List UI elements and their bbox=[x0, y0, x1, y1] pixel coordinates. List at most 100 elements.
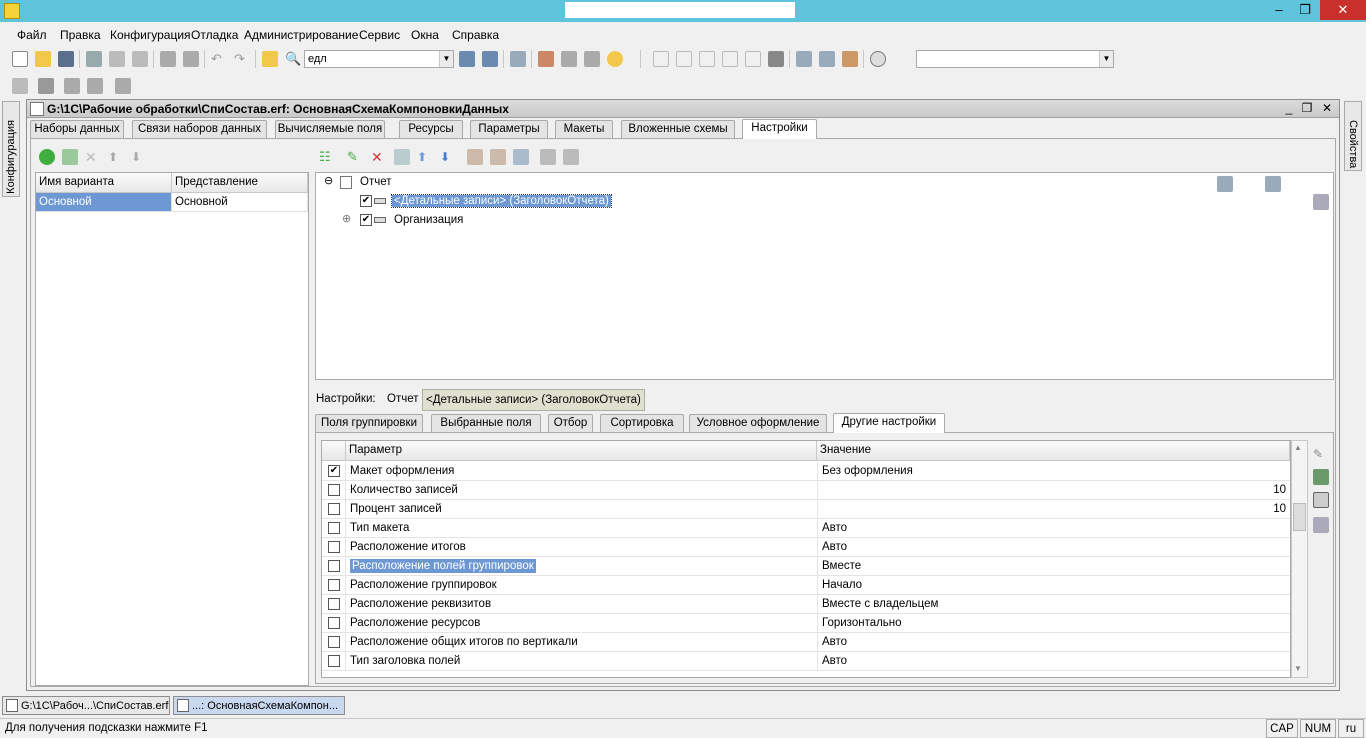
toolbar-combo[interactable]: ▼ bbox=[916, 50, 1114, 68]
tab-selected-fields[interactable]: Выбранные поля bbox=[431, 414, 541, 432]
settings-path[interactable]: <Детальные записи> (ЗаголовокОтчета) bbox=[422, 389, 645, 411]
tab-parameters[interactable]: Параметры bbox=[470, 120, 548, 138]
print-icon[interactable] bbox=[160, 51, 176, 67]
redo-icon[interactable]: ↷ bbox=[234, 51, 250, 67]
row-checkbox[interactable] bbox=[328, 503, 340, 515]
parameter-value[interactable]: Горизонтально bbox=[817, 614, 1290, 633]
find-prev-icon[interactable] bbox=[482, 51, 498, 67]
report-settings-icon[interactable] bbox=[1217, 176, 1233, 192]
parameter-value[interactable]: Вместе с владельцем bbox=[817, 595, 1290, 614]
table-row[interactable]: Количество записей 10 bbox=[322, 481, 1290, 500]
edit-icon[interactable]: ✎ bbox=[1313, 446, 1329, 462]
add-grouping-icon[interactable]: ☷ bbox=[319, 149, 335, 165]
breakpoints-list-icon[interactable] bbox=[819, 51, 835, 67]
menu-configuration[interactable]: Конфигурация bbox=[110, 28, 191, 42]
debug-start-icon[interactable] bbox=[653, 51, 669, 67]
open-folder-icon[interactable] bbox=[35, 51, 51, 67]
debug-step-out-icon[interactable] bbox=[722, 51, 738, 67]
tab-other-settings[interactable]: Другие настройки bbox=[833, 413, 945, 433]
maximize-button[interactable]: ❐ bbox=[1292, 0, 1318, 20]
windows-icon[interactable] bbox=[510, 51, 526, 67]
quick-settings-icon[interactable] bbox=[563, 149, 579, 165]
debug-stop-icon[interactable] bbox=[768, 51, 784, 67]
tab-conditional-appearance[interactable]: Условное оформление bbox=[689, 414, 827, 432]
row-checkbox[interactable] bbox=[328, 484, 340, 496]
tree-item-organization[interactable]: Организация bbox=[394, 211, 463, 229]
cut-icon[interactable] bbox=[86, 51, 102, 67]
window-tab-erf[interactable]: G:\1C\Рабоч...\СпиСостав.erf bbox=[2, 696, 170, 715]
tree-item-report[interactable]: Отчет bbox=[360, 173, 392, 191]
debug-step-icon[interactable] bbox=[676, 51, 692, 67]
new-file-icon[interactable] bbox=[12, 51, 28, 67]
minimize-button[interactable]: – bbox=[1266, 0, 1292, 20]
timer-icon[interactable] bbox=[870, 51, 886, 67]
table-row[interactable]: Расположение группировок Начало bbox=[322, 576, 1290, 595]
copy-icon[interactable] bbox=[109, 51, 125, 67]
parameter-value[interactable]: Авто bbox=[817, 519, 1290, 538]
table-cell-variant-name[interactable]: Основной bbox=[36, 193, 172, 212]
window-close-button[interactable]: ✕ bbox=[1317, 101, 1337, 115]
structure-item-icon[interactable] bbox=[513, 149, 529, 165]
tab-settings[interactable]: Настройки bbox=[742, 119, 817, 139]
row-checkbox[interactable] bbox=[328, 560, 340, 572]
tab-templates[interactable]: Макеты bbox=[555, 120, 613, 138]
window-restore-button[interactable]: ❐ bbox=[1297, 101, 1317, 115]
chart-settings-icon[interactable] bbox=[1265, 176, 1281, 192]
config-tree-icon[interactable] bbox=[12, 78, 28, 94]
parameter-value[interactable]: Авто bbox=[817, 652, 1290, 671]
add-icon[interactable] bbox=[39, 149, 55, 165]
menu-service[interactable]: Сервис bbox=[359, 28, 400, 42]
menu-debug[interactable]: Отладка bbox=[191, 28, 238, 42]
structure-settings-icon[interactable] bbox=[1313, 194, 1329, 210]
find-next-icon[interactable] bbox=[459, 51, 475, 67]
row-checkbox[interactable] bbox=[328, 522, 340, 534]
table-row[interactable]: Расположение итогов Авто bbox=[322, 538, 1290, 557]
menu-administration[interactable]: Администрирование bbox=[244, 28, 358, 42]
row-checkbox[interactable] bbox=[328, 579, 340, 591]
column-header-presentation[interactable]: Представление bbox=[172, 173, 308, 193]
move-down-icon[interactable]: ⬇ bbox=[131, 149, 147, 165]
breakpoint-icon[interactable] bbox=[796, 51, 812, 67]
search-input[interactable]: едл ▼ bbox=[304, 50, 454, 68]
parameter-value[interactable]: 10 bbox=[817, 500, 1290, 519]
scroll-up-icon[interactable]: ▲ bbox=[1294, 443, 1302, 452]
tree-item-organization-checkbox[interactable]: ✔ bbox=[360, 214, 372, 226]
document-icon[interactable] bbox=[584, 51, 600, 67]
debug-step-over-icon[interactable] bbox=[699, 51, 715, 67]
user-settings-icon[interactable] bbox=[540, 149, 556, 165]
settings-root[interactable]: Отчет bbox=[387, 393, 419, 405]
wizard-icon[interactable] bbox=[538, 51, 554, 67]
tab-dataset-links[interactable]: Связи наборов данных bbox=[132, 120, 267, 138]
edit-icon[interactable]: ✎ bbox=[347, 149, 363, 165]
ungroup-icon[interactable] bbox=[490, 149, 506, 165]
row-checkbox[interactable] bbox=[328, 617, 340, 629]
status-lang[interactable]: ru bbox=[1338, 719, 1364, 738]
parameter-value[interactable]: Вместе bbox=[817, 557, 1290, 576]
tab-order[interactable]: Сортировка bbox=[600, 414, 684, 432]
copy-variant-icon[interactable] bbox=[62, 149, 78, 165]
settings-icon[interactable] bbox=[394, 149, 410, 165]
tab-grouping-fields[interactable]: Поля группировки bbox=[315, 414, 423, 432]
group-icon[interactable] bbox=[467, 149, 483, 165]
column-header-value[interactable]: Значение bbox=[817, 441, 1290, 461]
select-all-icon[interactable] bbox=[1313, 469, 1329, 485]
delete-icon[interactable]: ✕ bbox=[371, 149, 387, 165]
table-row[interactable]: Процент записей 10 bbox=[322, 500, 1290, 519]
menu-help[interactable]: Справка bbox=[452, 28, 499, 42]
copy-settings-icon[interactable] bbox=[1313, 492, 1329, 508]
run-enterprise-icon[interactable] bbox=[115, 78, 131, 94]
scrollbar-thumb[interactable] bbox=[1293, 503, 1306, 531]
table-row[interactable]: Расположение полей группировок Вместе bbox=[322, 557, 1290, 576]
undo-icon[interactable]: ↶ bbox=[211, 51, 227, 67]
parameter-value[interactable]: Авто bbox=[817, 633, 1290, 652]
database-icon[interactable] bbox=[64, 78, 80, 94]
move-down-icon[interactable]: ⬇ bbox=[440, 149, 456, 165]
table-row[interactable]: Расположение реквизитов Вместе с владельц… bbox=[322, 595, 1290, 614]
chevron-down-icon[interactable]: ▼ bbox=[439, 51, 453, 67]
save-icon[interactable] bbox=[58, 51, 74, 67]
configuration-side-tab[interactable]: Конфигурация bbox=[2, 101, 20, 197]
collapse-icon[interactable]: ⊖ bbox=[324, 174, 333, 187]
tab-calculated-fields[interactable]: Вычисляемые поля bbox=[275, 120, 385, 138]
menu-file[interactable]: Файл bbox=[17, 28, 47, 42]
paste-icon[interactable] bbox=[132, 51, 148, 67]
